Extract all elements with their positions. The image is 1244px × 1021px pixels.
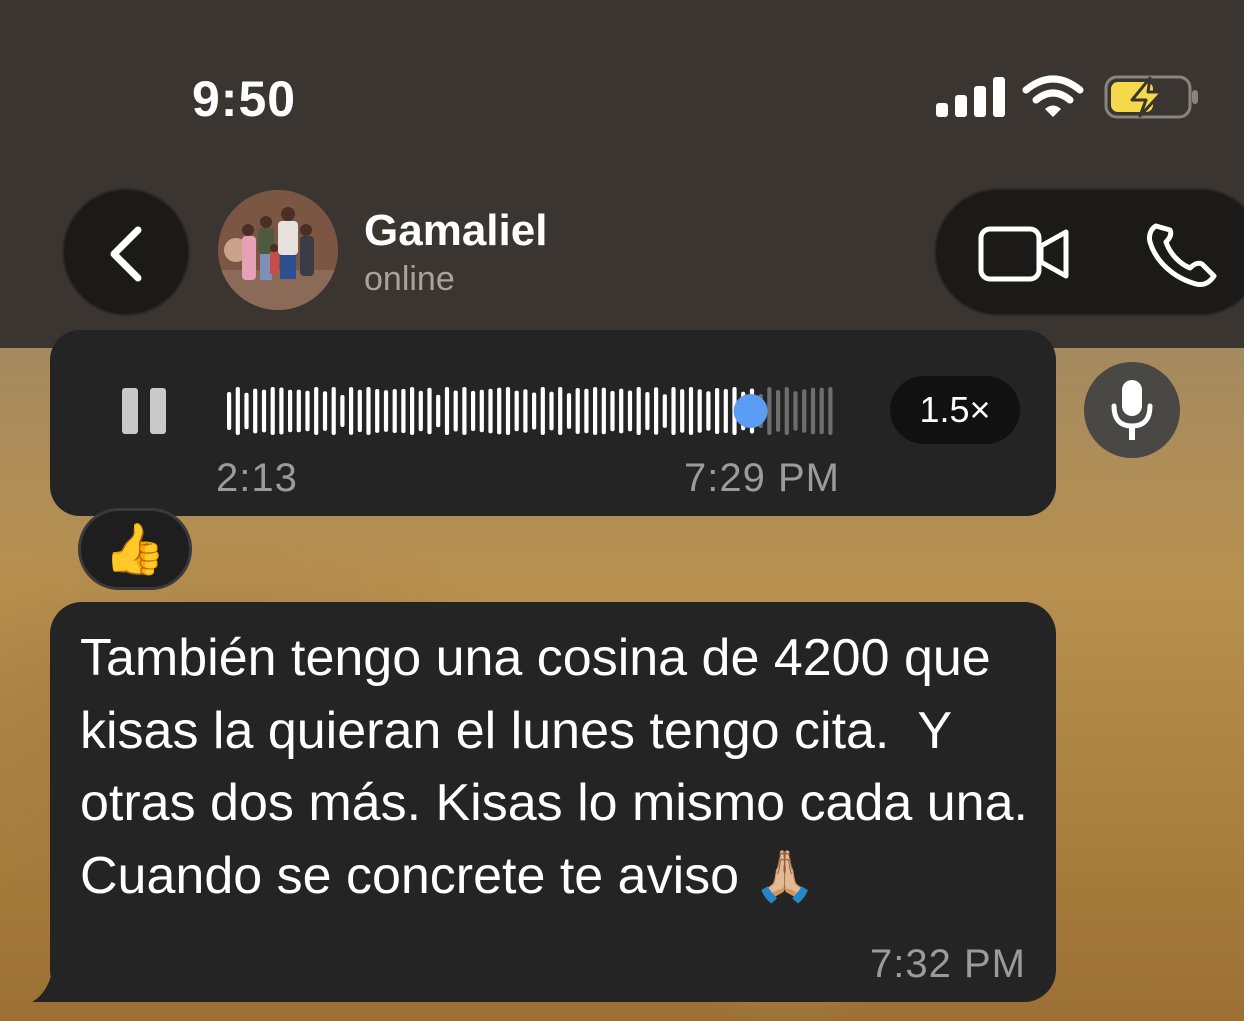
cellular-signal-icon bbox=[936, 77, 1005, 117]
waveform-bar bbox=[383, 390, 389, 432]
waveform-bar bbox=[688, 387, 694, 435]
text-message-bubble[interactable]: También tengo una cosina de 4200 que kis… bbox=[50, 602, 1056, 1002]
waveform-bar bbox=[296, 389, 301, 433]
waveform-bar bbox=[497, 387, 502, 435]
waveform-bar bbox=[253, 388, 258, 434]
voice-message-bubble: 2:13 7:29 PM 1.5× bbox=[50, 330, 1056, 516]
contact-name[interactable]: Gamaliel bbox=[364, 206, 547, 256]
message-text: También tengo una cosina de 4200 que kis… bbox=[80, 622, 1040, 912]
playback-speed-button[interactable]: 1.5× bbox=[890, 376, 1020, 444]
waveform-bar bbox=[627, 390, 633, 432]
waveform-bar bbox=[706, 391, 711, 431]
waveform-bar bbox=[566, 393, 572, 429]
waveform-bar bbox=[532, 392, 537, 430]
waveform-bar bbox=[723, 389, 728, 434]
waveform-bar bbox=[444, 387, 450, 435]
waveform-bar bbox=[453, 390, 458, 432]
waveform-bar bbox=[540, 387, 545, 435]
chevron-left-icon bbox=[110, 226, 142, 282]
waveform-bar bbox=[523, 389, 528, 433]
waveform-bar bbox=[784, 387, 789, 435]
waveform-bar bbox=[392, 389, 397, 433]
waveform-bar bbox=[340, 395, 345, 427]
waveform-bar bbox=[558, 387, 563, 435]
waveform-bar bbox=[357, 389, 362, 433]
waveform-bar bbox=[697, 389, 702, 433]
video-call-icon[interactable] bbox=[978, 224, 1070, 284]
waveform-bar bbox=[227, 392, 232, 430]
voice-timestamp: 7:29 PM bbox=[684, 456, 840, 500]
pause-icon[interactable] bbox=[122, 388, 168, 434]
waveform-bar bbox=[802, 389, 807, 433]
waveform-bar bbox=[601, 387, 606, 435]
status-time: 9:50 bbox=[192, 71, 297, 127]
waveform-bar bbox=[488, 388, 493, 434]
waveform-bar bbox=[715, 388, 720, 434]
call-actions bbox=[934, 188, 1244, 316]
waveform-bar bbox=[575, 388, 580, 434]
waveform-bar bbox=[767, 387, 772, 435]
voice-duration: 2:13 bbox=[216, 456, 298, 500]
waveform-bar bbox=[322, 391, 328, 431]
waveform-bar bbox=[366, 387, 371, 435]
praying-hands-emoji: 🙏🏼 bbox=[753, 847, 816, 904]
back-button[interactable] bbox=[62, 188, 190, 316]
waveform-bar bbox=[410, 387, 415, 435]
waveform-bar bbox=[436, 394, 441, 428]
waveform-bar bbox=[810, 387, 816, 435]
waveform-bar bbox=[636, 387, 641, 435]
waveform-bar bbox=[261, 389, 267, 433]
waveform-bar bbox=[349, 387, 354, 435]
waveform-bar bbox=[479, 389, 484, 433]
waveform-bar bbox=[505, 387, 511, 435]
message-timestamp: 7:32 PM bbox=[870, 942, 1026, 986]
waveform-bar bbox=[305, 390, 310, 432]
thumbs-up-reaction[interactable]: 👍 bbox=[78, 508, 192, 590]
waveform-bar bbox=[288, 389, 293, 433]
waveform-bar bbox=[427, 387, 432, 435]
microphone-icon bbox=[1111, 380, 1153, 440]
waveform-bar bbox=[418, 390, 423, 432]
playhead-handle[interactable] bbox=[733, 394, 768, 428]
phone-call-icon[interactable] bbox=[1144, 220, 1220, 288]
waveform-bar bbox=[793, 391, 798, 431]
waveform-bar bbox=[819, 387, 824, 435]
waveform-bar bbox=[471, 390, 476, 431]
waveform-bar bbox=[235, 387, 240, 435]
waveform-bar bbox=[244, 392, 249, 430]
contact-status: online bbox=[364, 260, 455, 298]
waveform-bar bbox=[462, 387, 467, 435]
waveform-bar bbox=[514, 390, 519, 432]
waveform-bar bbox=[593, 387, 598, 435]
waveform-bar bbox=[610, 390, 615, 432]
waveform-bar bbox=[654, 387, 659, 435]
waveform-bar bbox=[549, 391, 554, 431]
waveform-bar bbox=[270, 387, 275, 435]
chat-header: 9:50 Gamaliel online bbox=[0, 0, 1244, 348]
waveform-bar bbox=[619, 388, 624, 434]
waveform-bar bbox=[828, 387, 833, 435]
message-body: También tengo una cosina de 4200 que kis… bbox=[80, 629, 1043, 905]
waveform-bar bbox=[279, 387, 284, 435]
waveform-bar bbox=[375, 389, 380, 433]
waveform-bar bbox=[331, 387, 336, 435]
wifi-icon bbox=[1022, 75, 1084, 117]
contact-avatar[interactable] bbox=[218, 190, 338, 310]
waveform-bar bbox=[776, 390, 781, 432]
waveform-bar bbox=[584, 388, 589, 434]
avatar-photo bbox=[218, 190, 338, 310]
waveform-bar bbox=[645, 392, 650, 431]
audio-waveform[interactable] bbox=[226, 382, 836, 440]
waveform-bar bbox=[662, 394, 667, 428]
waveform-bar bbox=[401, 388, 406, 434]
waveform-bar bbox=[314, 387, 319, 435]
microphone-button[interactable] bbox=[1084, 362, 1180, 458]
waveform-bar bbox=[671, 387, 676, 435]
waveform-bar bbox=[680, 389, 685, 433]
battery-charging-icon bbox=[1104, 75, 1198, 119]
